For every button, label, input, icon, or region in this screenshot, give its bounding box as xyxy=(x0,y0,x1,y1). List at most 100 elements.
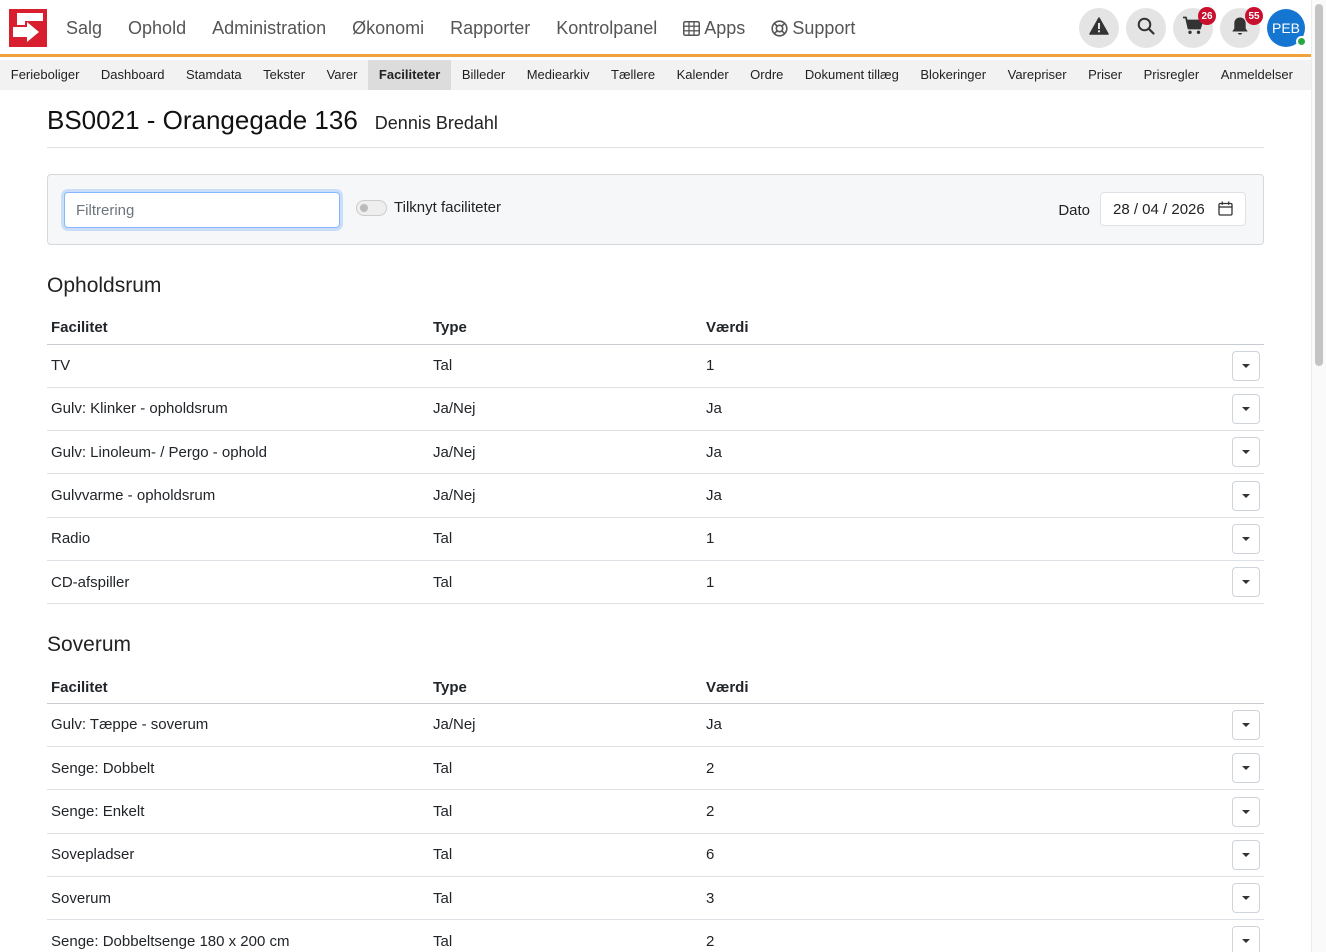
type-cell: Ja/Nej xyxy=(429,430,702,475)
caret-down-icon xyxy=(1242,536,1250,541)
actions-cell xyxy=(1224,746,1264,791)
notifications-button[interactable]: 55 xyxy=(1220,7,1263,48)
nav-item-administration[interactable]: Administration xyxy=(199,18,339,39)
row-dropdown-button[interactable] xyxy=(1232,567,1260,598)
row-dropdown-button[interactable] xyxy=(1232,480,1260,511)
row-dropdown-button[interactable] xyxy=(1232,753,1260,784)
avatar[interactable]: PEB xyxy=(1267,9,1307,47)
tab-stamdata[interactable]: Stamdata xyxy=(175,60,252,90)
facility-cell: TV xyxy=(47,344,429,388)
actions-cell xyxy=(1224,344,1264,388)
row-dropdown-button[interactable] xyxy=(1232,350,1260,381)
caret-down-icon xyxy=(1242,363,1250,368)
table-row: Senge: Enkelt Tal 2 xyxy=(47,789,1264,834)
tab-tekster[interactable]: Tekster xyxy=(252,60,315,90)
main-nav: Salg Ophold Administration Økonomi Rappo… xyxy=(53,0,868,57)
lifebuoy-icon xyxy=(771,20,788,37)
avatar-initials: PEB xyxy=(1271,20,1300,36)
facilities-table-soverum: Facilitet Type Værdi Gulv: Tæppe - sover… xyxy=(47,671,1264,952)
facility-cell: Gulv: Klinker - opholdsrum xyxy=(47,387,429,432)
logo-arrow-icon xyxy=(9,9,47,47)
value-cell: 3 xyxy=(702,876,1224,921)
nav-item-salg[interactable]: Salg xyxy=(53,18,115,39)
date-label: Dato xyxy=(1058,202,1090,219)
facility-cell: Gulvvarme - opholdsrum xyxy=(47,473,429,518)
facility-cell: Senge: Dobbeltsenge 180 x 200 cm xyxy=(47,919,429,952)
tab-blokeringer[interactable]: Blokeringer xyxy=(910,60,997,90)
calendar-icon[interactable] xyxy=(1218,201,1233,220)
type-cell: Tal xyxy=(429,746,702,791)
row-dropdown-button[interactable] xyxy=(1232,523,1260,554)
row-dropdown-button[interactable] xyxy=(1232,839,1260,870)
table-row: Soverum Tal 3 xyxy=(47,876,1264,921)
attach-facilities-label: Tilknyt faciliteter xyxy=(394,199,501,216)
cart-button[interactable]: 26 xyxy=(1173,7,1216,48)
tab-mediearkiv[interactable]: Mediearkiv xyxy=(516,60,600,90)
caret-down-icon xyxy=(1242,809,1250,814)
date-input[interactable]: 28 / 04 / 2026 xyxy=(1100,192,1246,226)
value-cell: 2 xyxy=(702,919,1224,952)
column-header-facility: Facilitet xyxy=(47,671,429,704)
header-actions: 26 55 PEB xyxy=(1079,7,1307,48)
actions-cell xyxy=(1224,833,1264,877)
search-icon xyxy=(1137,17,1155,40)
tab-priser[interactable]: Priser xyxy=(1077,60,1132,90)
actions-cell xyxy=(1224,789,1264,834)
tab-varer[interactable]: Varer xyxy=(316,60,368,90)
tab-anmeldelser[interactable]: Anmeldelser xyxy=(1210,60,1304,90)
attach-facilities-toggle[interactable] xyxy=(356,200,387,216)
tab-dashboard[interactable]: Dashboard xyxy=(90,60,175,90)
tab-kalender[interactable]: Kalender xyxy=(666,60,740,90)
filter-input[interactable] xyxy=(64,192,340,228)
value-cell: 1 xyxy=(702,517,1224,561)
row-dropdown-button[interactable] xyxy=(1232,709,1260,740)
nav-item-kontrolpanel[interactable]: Kontrolpanel xyxy=(543,18,670,39)
tab-prisregler[interactable]: Prisregler xyxy=(1133,60,1210,90)
type-cell: Tal xyxy=(429,919,702,952)
page-title: BS0021 - Orangegade 136 xyxy=(47,105,358,135)
table-header-row: Facilitet Type Værdi xyxy=(47,312,1264,345)
warning-button[interactable] xyxy=(1079,8,1119,48)
actions-cell xyxy=(1224,919,1264,952)
nav-item-support-label: Support xyxy=(792,18,856,38)
caret-down-icon xyxy=(1242,722,1250,727)
table-row: Gulv: Klinker - opholdsrum Ja/Nej Ja xyxy=(47,387,1264,432)
tab-taellere[interactable]: Tællere xyxy=(600,60,666,90)
tab-ferieboliger[interactable]: Ferieboliger xyxy=(0,60,90,90)
date-value: 28 / 04 / 2026 xyxy=(1113,200,1205,218)
type-cell: Tal xyxy=(429,560,702,605)
nav-item-okonomi[interactable]: Økonomi xyxy=(339,18,437,39)
facility-cell: Sovepladser xyxy=(47,833,429,877)
scrollbar-thumb[interactable] xyxy=(1315,4,1323,366)
logo[interactable] xyxy=(9,9,47,47)
nav-item-apps[interactable]: Apps xyxy=(670,18,758,39)
facility-cell: CD-afspiller xyxy=(47,560,429,605)
tab-ordre[interactable]: Ordre xyxy=(739,60,794,90)
nav-item-support[interactable]: Support xyxy=(758,18,868,39)
table-row: Senge: Dobbelt Tal 2 xyxy=(47,746,1264,791)
row-dropdown-button[interactable] xyxy=(1232,926,1260,952)
column-header-type: Type xyxy=(429,312,702,345)
row-dropdown-button[interactable] xyxy=(1232,437,1260,468)
row-dropdown-button[interactable] xyxy=(1232,883,1260,914)
tab-varepriser[interactable]: Varepriser xyxy=(997,60,1078,90)
nav-item-ophold[interactable]: Ophold xyxy=(115,18,199,39)
nav-item-apps-label: Apps xyxy=(704,18,746,38)
type-cell: Tal xyxy=(429,344,702,388)
tab-billeder[interactable]: Billeder xyxy=(451,60,516,90)
page-scrollbar[interactable] xyxy=(1311,0,1326,952)
value-cell: 1 xyxy=(702,560,1224,605)
value-cell: 2 xyxy=(702,789,1224,834)
nav-item-rapporter[interactable]: Rapporter xyxy=(437,18,543,39)
value-cell: Ja xyxy=(702,473,1224,518)
value-cell: 6 xyxy=(702,833,1224,877)
search-button[interactable] xyxy=(1126,8,1166,48)
table-row: CD-afspiller Tal 1 xyxy=(47,560,1264,605)
row-dropdown-button[interactable] xyxy=(1232,796,1260,827)
caret-down-icon xyxy=(1242,450,1250,455)
caret-down-icon xyxy=(1242,406,1250,411)
tab-faciliteter[interactable]: Faciliteter xyxy=(368,60,452,90)
row-dropdown-button[interactable] xyxy=(1232,393,1260,424)
warning-icon xyxy=(1089,16,1109,40)
tab-dokument-tillaeg[interactable]: Dokument tillæg xyxy=(794,60,909,90)
